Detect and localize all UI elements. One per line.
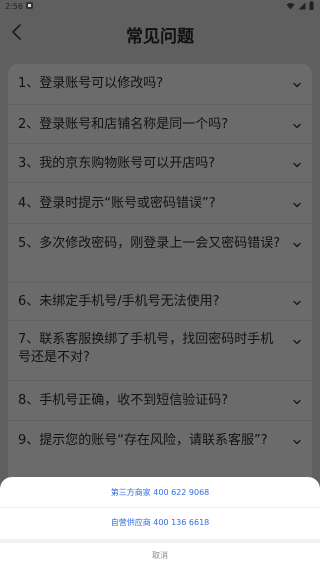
status-time: 2:56 xyxy=(5,2,23,11)
self-operated-supplier-phone-option[interactable]: 自营供应商 400 136 6618 xyxy=(0,517,320,528)
header: 常见问题 xyxy=(0,14,320,54)
faq-item[interactable]: 7、联系客服换绑了手机号，找回密码时手机号还是不对? xyxy=(8,321,312,381)
chevron-down-icon xyxy=(293,123,301,129)
faq-question: 2、登录账号和店铺名称是同一个吗? xyxy=(18,117,229,132)
status-bar: 2:56 xyxy=(0,0,320,14)
chevron-down-icon xyxy=(293,242,301,248)
cancel-button[interactable]: 取消 xyxy=(0,550,320,561)
third-party-merchant-phone-option[interactable]: 第三方商家 400 622 9068 xyxy=(0,487,320,498)
faq-question: 6、未绑定手机号/手机号无法使用? xyxy=(18,294,220,309)
faq-question: 7、联系客服换绑了手机号，找回密码时手机号还是不对? xyxy=(18,332,274,365)
battery-icon xyxy=(309,1,314,10)
status-icons xyxy=(286,1,314,10)
faq-question: 3、我的京东购物账号可以开店吗? xyxy=(18,156,216,171)
wifi-icon xyxy=(286,2,295,9)
faq-item[interactable]: 6、未绑定手机号/手机号无法使用? xyxy=(8,283,312,321)
faq-item[interactable]: 2、登录账号和店铺名称是同一个吗? xyxy=(8,105,312,144)
faq-item[interactable]: 5、多次修改密码，刚登录上一会又密码错误? xyxy=(8,224,312,283)
faq-question: 5、多次修改密码，刚登录上一会又密码错误? xyxy=(18,236,281,251)
chevron-down-icon xyxy=(293,82,301,88)
chevron-down-icon xyxy=(293,339,301,345)
chevron-down-icon xyxy=(293,300,301,306)
divider xyxy=(0,539,320,543)
divider xyxy=(0,507,320,508)
faq-item[interactable]: 1、登录账号可以修改吗? xyxy=(8,64,312,105)
notification-app-icon xyxy=(25,1,34,12)
page-title: 常见问题 xyxy=(126,27,194,47)
chevron-down-icon xyxy=(293,202,301,208)
faq-question: 8、手机号正确，收不到短信验证码? xyxy=(18,393,229,408)
faq-question: 9、提示您的账号“存在风险，请联系客服”? xyxy=(18,433,268,448)
faq-item[interactable]: 4、登录时提示“账号或密码错误”? xyxy=(8,183,312,224)
contact-action-sheet: 第三方商家 400 622 9068 自营供应商 400 136 6618 取消 xyxy=(0,477,320,570)
faq-item[interactable]: 3、我的京东购物账号可以开店吗? xyxy=(8,144,312,183)
chevron-down-icon xyxy=(293,162,301,168)
faq-item[interactable]: 8、手机号正确，收不到短信验证码? xyxy=(8,381,312,421)
faq-item[interactable]: 9、提示您的账号“存在风险，请联系客服”? xyxy=(8,421,312,481)
chevron-down-icon xyxy=(293,439,301,445)
faq-question: 4、登录时提示“账号或密码错误”? xyxy=(18,196,216,211)
chevron-down-icon xyxy=(293,399,301,405)
faq-question: 1、登录账号可以修改吗? xyxy=(18,76,164,91)
signal-icon xyxy=(298,2,306,9)
